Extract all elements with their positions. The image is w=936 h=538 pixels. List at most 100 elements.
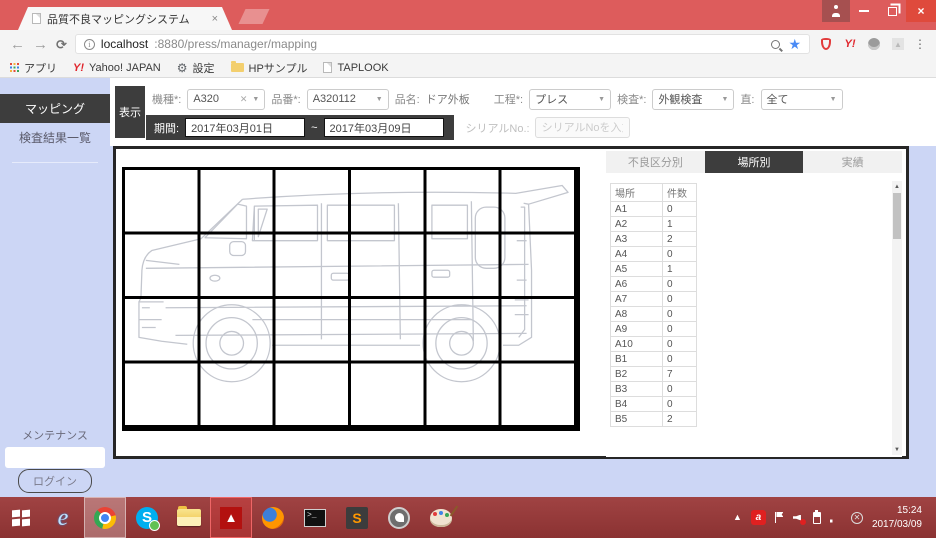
results-table-zone: 場所 件数 A10A21A32A40A51A60A70A80A90A100B10… xyxy=(606,177,902,457)
reload-button[interactable]: ⟳ xyxy=(56,38,67,51)
tab-defect-category[interactable]: 不良区分別 xyxy=(606,151,705,173)
sublime-icon: S xyxy=(346,507,368,529)
cell-location: B1 xyxy=(611,352,663,367)
grid-cell[interactable] xyxy=(351,364,426,429)
taskbar-terminal[interactable]: >_ xyxy=(294,497,336,538)
tab-actual[interactable]: 実績 xyxy=(803,151,902,173)
grid-cell[interactable] xyxy=(276,170,351,235)
avira-extension-button[interactable] xyxy=(818,38,834,50)
taskbar-explorer[interactable] xyxy=(168,497,210,538)
period-label: 期間: xyxy=(154,120,179,136)
grid-cell[interactable] xyxy=(276,299,351,364)
avira-icon[interactable]: a xyxy=(751,510,766,525)
address-bar[interactable]: i localhost:8880/press/manager/mapping ★ xyxy=(75,34,810,54)
grid-cell[interactable] xyxy=(351,299,426,364)
grid-cell[interactable] xyxy=(200,299,275,364)
grid-cell[interactable] xyxy=(200,235,275,300)
grid-cell[interactable] xyxy=(351,235,426,300)
grid-cell[interactable] xyxy=(426,364,501,429)
taskbar-ie[interactable]: e xyxy=(42,497,84,538)
cell-location: A2 xyxy=(611,217,663,232)
clear-icon[interactable]: ✕ xyxy=(240,94,248,105)
taskbar-skype[interactable]: S xyxy=(126,497,168,538)
serial-input[interactable] xyxy=(535,117,630,138)
tab-close-icon[interactable]: × xyxy=(212,13,218,25)
battery-icon[interactable] xyxy=(813,512,821,524)
grid-cell[interactable] xyxy=(426,170,501,235)
grid-cell[interactable] xyxy=(200,364,275,429)
close-button[interactable]: × xyxy=(906,0,936,22)
browser-tab[interactable]: 品質不良マッピングシステム × xyxy=(18,7,232,30)
login-button[interactable]: ログイン xyxy=(18,469,92,493)
period-from-input[interactable] xyxy=(185,118,305,137)
grid-cell[interactable] xyxy=(125,235,200,300)
taskbar-media-player[interactable] xyxy=(378,497,420,538)
yahoo-icon: Y! xyxy=(73,62,84,74)
grid-cell[interactable] xyxy=(502,299,577,364)
action-center-flag-icon[interactable] xyxy=(775,512,784,523)
network-signal-icon[interactable] xyxy=(830,513,842,523)
column-header-count: 件数 xyxy=(663,184,697,202)
display-button[interactable]: 表示 xyxy=(115,86,145,138)
grid-cell[interactable] xyxy=(125,364,200,429)
table-row: B40 xyxy=(611,397,697,412)
scroll-down-icon[interactable]: ▼ xyxy=(892,444,902,455)
cell-count: 0 xyxy=(663,277,697,292)
yahoo-extension-button[interactable]: Y! xyxy=(842,38,858,50)
cell-location: B5 xyxy=(611,412,663,427)
back-button[interactable]: ← xyxy=(10,37,25,52)
site-info-icon[interactable]: i xyxy=(84,39,95,50)
maintenance-password-input[interactable] xyxy=(5,447,105,468)
grid-cell[interactable] xyxy=(502,170,577,235)
inspection-select[interactable]: 外観検査 ▼ xyxy=(652,89,734,110)
grid-cell[interactable] xyxy=(200,170,275,235)
start-button[interactable] xyxy=(0,497,42,538)
profile-button[interactable] xyxy=(822,0,850,22)
bookmark-yahoo[interactable]: Y! Yahoo! JAPAN xyxy=(73,62,161,74)
bookmark-hp-sample[interactable]: HPサンプル xyxy=(231,60,308,76)
maximize-button[interactable] xyxy=(878,0,906,22)
grid-cell[interactable] xyxy=(125,170,200,235)
scroll-up-icon[interactable]: ▲ xyxy=(892,181,902,192)
grid-cell[interactable] xyxy=(502,235,577,300)
tray-expand-icon[interactable]: ▲ xyxy=(733,513,742,522)
new-tab-button[interactable] xyxy=(239,9,270,24)
bookmark-settings[interactable]: ⚙ 設定 xyxy=(177,60,215,76)
no-internet-icon[interactable]: ✕ xyxy=(851,512,863,524)
taskbar-chrome[interactable] xyxy=(84,497,126,538)
bookmark-taplook[interactable]: TAPLOOK xyxy=(323,62,388,74)
taskbar-firefox[interactable] xyxy=(252,497,294,538)
period-to-input[interactable] xyxy=(324,118,444,137)
grid-cell[interactable] xyxy=(502,364,577,429)
grid-cell[interactable] xyxy=(276,364,351,429)
model-select[interactable]: A320 ✕ ▼ xyxy=(187,89,265,110)
cell-location: A5 xyxy=(611,262,663,277)
zoom-out-icon[interactable] xyxy=(771,40,780,49)
bookmark-apps[interactable]: アプリ xyxy=(10,60,57,76)
grid-cell[interactable] xyxy=(426,299,501,364)
part-no-select[interactable]: A320112 ▼ xyxy=(307,89,389,110)
browser-menu-button[interactable]: ⋮ xyxy=(914,37,926,51)
forward-button[interactable]: → xyxy=(33,37,48,52)
minimize-button[interactable] xyxy=(850,0,878,22)
grid-cell[interactable] xyxy=(125,299,200,364)
volume-icon[interactable] xyxy=(793,513,804,523)
shift-select[interactable]: 全て ▼ xyxy=(761,89,843,110)
sidebar-item-inspection-results[interactable]: 検査結果一覧 xyxy=(0,123,110,152)
extension-button[interactable] xyxy=(866,38,882,50)
taskbar-adobe-reader[interactable]: ▲ xyxy=(210,497,252,538)
taskbar-clock[interactable]: 15:24 2017/03/09 xyxy=(872,504,926,531)
taskbar-sublime[interactable]: S xyxy=(336,497,378,538)
taskbar-paint[interactable] xyxy=(420,497,462,538)
results-scrollbar[interactable]: ▲ ▼ xyxy=(892,181,902,455)
bookmark-star-icon[interactable]: ★ xyxy=(788,37,801,51)
adobe-extension-button[interactable]: ▲ xyxy=(890,38,906,50)
scroll-thumb[interactable] xyxy=(893,193,901,239)
grid-cell[interactable] xyxy=(351,170,426,235)
sidebar-item-mapping[interactable]: マッピング xyxy=(0,94,110,123)
grid-cell[interactable] xyxy=(426,235,501,300)
process-select[interactable]: プレス ▼ xyxy=(529,89,611,110)
tab-location[interactable]: 場所別 xyxy=(705,151,804,173)
grid-cell[interactable] xyxy=(276,235,351,300)
table-row: B52 xyxy=(611,412,697,427)
